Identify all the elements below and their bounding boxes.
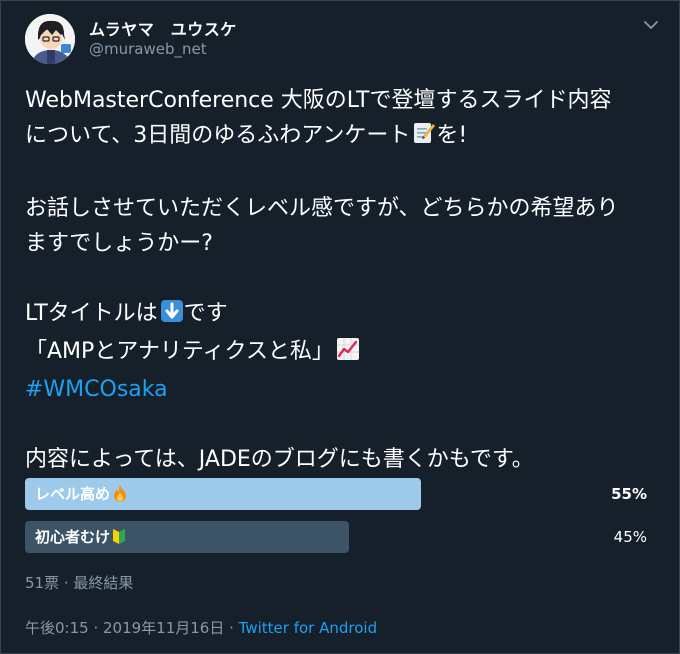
tweet-line-text: です — [183, 301, 228, 326]
poll-option-label: レベル高め — [35, 478, 128, 513]
tweet-line: LTタイトルは です — [25, 296, 665, 334]
tweet-line: について、3日間のゆるふわアンケート を! — [25, 118, 665, 156]
tweet-line: お話しさせていただくレベル感ですが、どちらかの希望あり — [25, 196, 619, 221]
avatar[interactable] — [25, 14, 75, 64]
tweet-line-text: 「AMPとアナリティクスと私」 — [25, 339, 334, 364]
hashtag-link[interactable]: #WMCOsaka — [25, 372, 665, 407]
poll-summary: 51票 · 最終結果 — [25, 574, 134, 592]
timestamp[interactable]: 午後0:15 · 2019年11月16日 · — [25, 619, 239, 637]
poll-option-percent: 55% — [611, 485, 647, 503]
display-name[interactable]: ムラヤマ ユウスケ — [89, 16, 237, 40]
down-arrow-icon — [160, 299, 184, 334]
user-handle[interactable]: @muraweb_net — [89, 40, 207, 58]
chevron-down-icon[interactable] — [641, 17, 661, 33]
poll-option-text: レベル高め — [35, 485, 111, 503]
chart-increasing-icon — [336, 337, 360, 372]
tweet-line: WebMasterConference 大阪のLTで登壇するスライド内容 — [25, 88, 612, 113]
poll-option-label: 初心者むけ — [35, 521, 126, 556]
poll-option-percent: 45% — [613, 528, 647, 546]
poll-option-bar: レベル高め — [25, 478, 421, 510]
tweet-line: ますでしょうかー? — [25, 231, 213, 256]
beginner-mark-icon — [112, 524, 126, 556]
tweet-text: WebMasterConference 大阪のLTで登壇するスライド内容 につい… — [25, 83, 665, 477]
source-link[interactable]: Twitter for Android — [239, 619, 377, 637]
poll-option-text: 初心者むけ — [35, 528, 111, 546]
avatar-image — [25, 14, 75, 64]
memo-icon — [412, 121, 436, 156]
tweet-line-text: LTタイトルは — [25, 301, 158, 326]
tweet-card: ムラヤマ ユウスケ @muraweb_net WebMasterConferen… — [0, 0, 680, 654]
poll-option-bar: 初心者むけ — [25, 521, 349, 553]
tweet-line: 「AMPとアナリティクスと私」 — [25, 334, 665, 372]
tweet-line: 内容によっては、JADEのブログにも書くかもです。 — [25, 447, 534, 472]
fire-icon — [112, 481, 128, 513]
tweet-line-text: を! — [436, 123, 468, 148]
tweet-footer: 午後0:15 · 2019年11月16日 · Twitter for Andro… — [25, 617, 377, 638]
tweet-line-text: について、3日間のゆるふわアンケート — [25, 123, 411, 148]
